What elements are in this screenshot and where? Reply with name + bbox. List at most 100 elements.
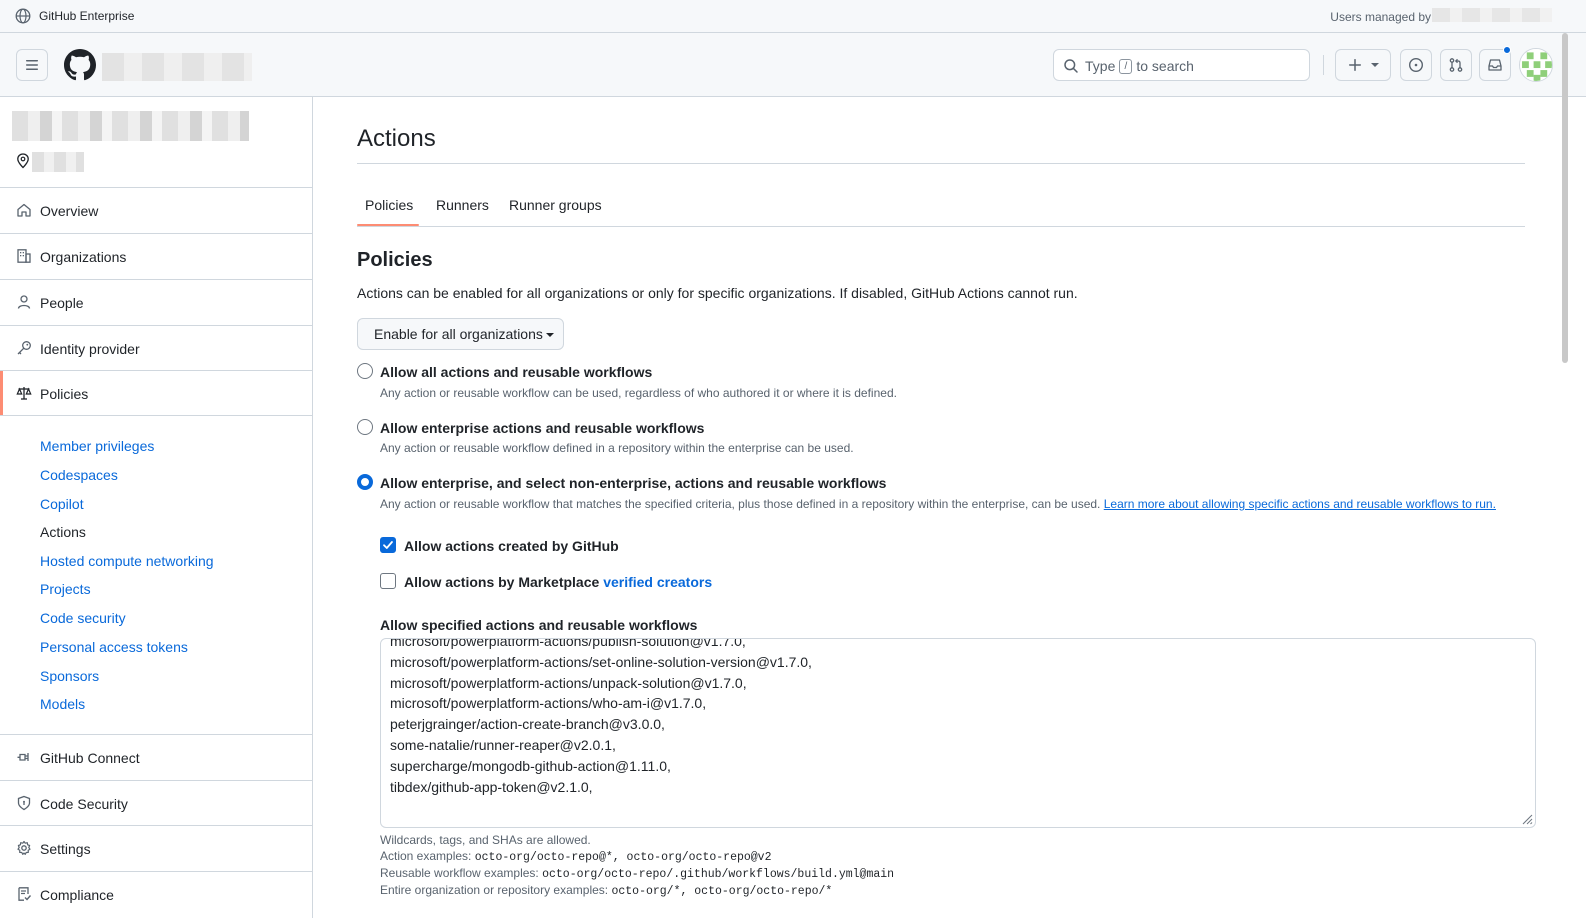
enterprise-name-redacted[interactable] [102,53,252,81]
create-new-button[interactable] [1335,49,1391,81]
sidebar-item-people[interactable]: People [0,279,312,325]
textarea-line: microsoft/powerplatform-actions/unpack-s… [390,674,747,691]
checkbox-allow-marketplace-verified[interactable] [380,573,396,589]
sidebar-subitem-code-security[interactable]: Code security [40,610,126,626]
textarea-line: peterjgrainger/action-create-branch@v3.0… [390,716,665,733]
plug-icon [16,749,32,765]
user-avatar[interactable] [1519,48,1553,82]
checkbox-label[interactable]: Allow actions created by GitHub [404,538,619,554]
sidebar-item-label: Compliance [40,887,114,903]
help-action-examples: Action examples: octo-org/octo-repo@*, o… [380,849,772,864]
enable-organizations-select[interactable]: Enable for all organizations [357,318,564,350]
radio-allow-all[interactable] [357,363,373,379]
sidebar-item-label: People [40,295,84,311]
enterprise-brand: GitHub Enterprise [39,9,135,23]
issue-opened-icon [1408,57,1424,73]
location-redacted [32,152,84,172]
sidebar-item-compliance[interactable]: Compliance [0,871,312,917]
sidebar-item-label: Organizations [40,249,127,265]
title-divider [357,163,1525,164]
radio-allow-enterprise-and-select[interactable] [357,474,373,490]
sidebar-subitem-actions[interactable]: Actions [40,524,86,540]
search-icon [1063,58,1079,74]
sidebar-subitem-models[interactable]: Models [40,696,85,712]
radio-label[interactable]: Allow all actions and reusable workflows [380,364,652,380]
help-wildcards: Wildcards, tags, and SHAs are allowed. [380,833,591,847]
location-icon [16,153,30,169]
radio-allow-enterprise[interactable] [357,419,373,435]
radio-note: Any action or reusable workflow defined … [380,441,854,455]
sidebar-item-identity-provider[interactable]: Identity provider [0,325,312,371]
allowed-actions-textarea[interactable]: microsoft/powerplatform-actions/publish-… [380,638,1536,828]
hamburger-menu-button[interactable] [16,49,48,81]
enterprise-name-redacted [12,111,249,141]
help-reusable-examples: Reusable workflow examples: octo-org/oct… [380,866,895,881]
home-icon [16,202,32,218]
sidebar-item-policies[interactable]: Policies [0,370,312,416]
textarea-content: microsoft/powerplatform-actions/publish-… [390,639,812,797]
tab-policies[interactable]: Policies [357,197,421,213]
settings-sidebar: Overview Organizations People Identity p… [0,97,313,918]
person-icon [16,294,32,310]
triangle-down-icon [545,333,554,338]
unread-notification-dot [1503,46,1511,54]
sidebar-subitem-personal-access-tokens[interactable]: Personal access tokens [40,639,188,655]
triangle-down-icon [1371,63,1379,67]
sidebar-item-github-connect[interactable]: GitHub Connect [0,734,312,780]
resize-handle-icon[interactable] [1521,813,1533,825]
active-tab-indicator [357,224,419,226]
sidebar-subitem-projects[interactable]: Projects [40,581,91,597]
sidebar-item-code-security[interactable]: Code Security [0,780,312,826]
search-shortcut-key: / [1119,58,1133,74]
sidebar-subitem-hosted-compute-networking[interactable]: Hosted compute networking [40,553,214,569]
search-placeholder: Type / to search [1085,58,1194,74]
sidebar-item-settings[interactable]: Settings [0,825,312,871]
radio-note: Any action or reusable workflow can be u… [380,386,897,400]
sidebar-subitem-member-privileges[interactable]: Member privileges [40,438,154,454]
radio-label[interactable]: Allow enterprise actions and reusable wo… [380,420,704,436]
sidebar-item-overview[interactable]: Overview [0,187,312,233]
page-title: Actions [357,125,436,152]
textarea-line: tibdex/github-app-token@v2.1.0, [390,778,593,795]
sidebar-item-label: GitHub Connect [40,750,140,766]
header-divider [1323,55,1324,75]
managed-by-label: Users managed by [1330,10,1431,24]
search-input[interactable]: Type / to search [1053,49,1310,81]
textarea-line: microsoft/powerplatform-actions/who-am-i… [390,695,707,712]
allowed-actions-label: Allow specified actions and reusable wor… [380,617,698,633]
managed-by-redacted [1432,8,1552,22]
section-title: Policies [357,249,433,271]
sidebar-subitem-codespaces[interactable]: Codespaces [40,467,118,483]
shield-icon [16,795,32,811]
section-description: Actions can be enabled for all organizat… [357,285,1078,301]
tab-runners[interactable]: Runners [428,197,497,213]
global-header: Type / to search [0,33,1586,97]
page-scrollbar[interactable] [1562,33,1568,363]
sidebar-subitem-sponsors[interactable]: Sponsors [40,668,99,684]
sidebar-item-label: Overview [40,203,99,219]
plus-icon [1349,59,1361,71]
help-entire-examples: Entire organization or repository exampl… [380,883,833,898]
checkbox-label[interactable]: Allow actions by Marketplace verified cr… [404,574,712,590]
sidebar-item-label: Settings [40,841,91,857]
key-icon [16,340,32,356]
verified-creators-link[interactable]: verified creators [603,574,712,590]
textarea-line: supercharge/mongodb-github-action@1.11.0… [390,757,671,774]
tab-runner-groups[interactable]: Runner groups [501,197,610,213]
three-bars-icon [26,60,38,70]
learn-more-link[interactable]: Learn more about allowing specific actio… [1104,497,1496,511]
sidebar-item-organizations[interactable]: Organizations [0,233,312,279]
sidebar-item-label: Code Security [40,796,128,812]
textarea-line: microsoft/powerplatform-actions/set-onli… [390,653,812,670]
checkbox-allow-github-actions[interactable] [380,537,396,553]
issues-button[interactable] [1400,49,1432,81]
textarea-line: some-natalie/runner-reaper@v2.0.1, [390,736,616,753]
pull-requests-button[interactable] [1440,49,1472,81]
globe-icon [15,8,31,24]
sidebar-item-label: Identity provider [40,341,140,357]
enterprise-banner: GitHub Enterprise Users managed by [0,0,1586,33]
sidebar-subitem-copilot[interactable]: Copilot [40,496,84,512]
github-logo-icon[interactable] [64,49,96,81]
radio-label[interactable]: Allow enterprise, and select non-enterpr… [380,475,886,491]
gear-icon [16,840,32,856]
